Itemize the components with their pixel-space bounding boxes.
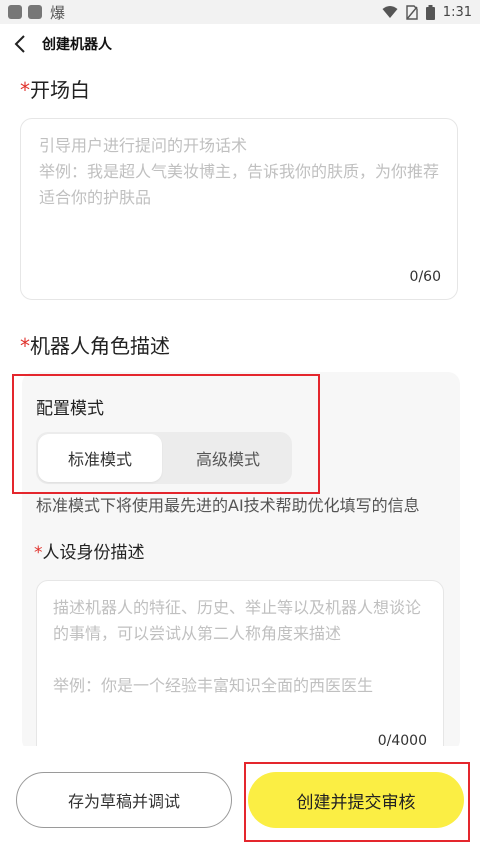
no-sim-icon [406,4,418,20]
required-mark: * [20,334,30,358]
annotation-highlight-box [244,762,470,842]
role-section-title: *机器人角色描述 [20,330,170,359]
opening-char-counter: 0/60 [409,269,441,285]
annotation-highlight-box [12,374,320,494]
opening-input[interactable]: 引导用户进行提问的开场话术 举例：我是超人气美妆博主，告诉我你的肤质，为你推荐适… [20,118,458,300]
notification-icon [28,5,42,19]
identity-placeholder: 描述机器人的特征、历史、举止等以及机器人想谈论的事情，可以尝试从第二人称角度来描… [53,598,422,695]
identity-section-title: *人设身份描述 [34,538,145,563]
clock: 1:31 [442,4,472,20]
back-button[interactable] [2,26,38,62]
chevron-left-icon [14,35,25,53]
app-notification-glyph: 爆 [50,3,66,22]
status-bar: 爆 1:31 [0,0,480,24]
save-draft-button[interactable]: 存为草稿并调试 [16,772,232,828]
mode-hint-text: 标准模式下将使用最先进的AI技术帮助优化填写的信息 [36,496,420,515]
wifi-icon [382,6,398,18]
app-header: 创建机器人 [0,24,480,64]
opening-section-title: *开场白 [20,74,90,103]
role-title-text: 机器人角色描述 [30,334,170,358]
opening-placeholder: 引导用户进行提问的开场话术 举例：我是超人气美妆博主，告诉我你的肤质，为你推荐适… [39,136,440,207]
battery-icon [425,4,435,20]
opening-title-text: 开场白 [30,78,90,102]
required-mark: * [20,78,30,102]
notification-icon [8,5,22,19]
page-title: 创建机器人 [42,37,112,53]
identity-title-text: 人设身份描述 [42,543,145,563]
required-mark: * [34,543,43,563]
